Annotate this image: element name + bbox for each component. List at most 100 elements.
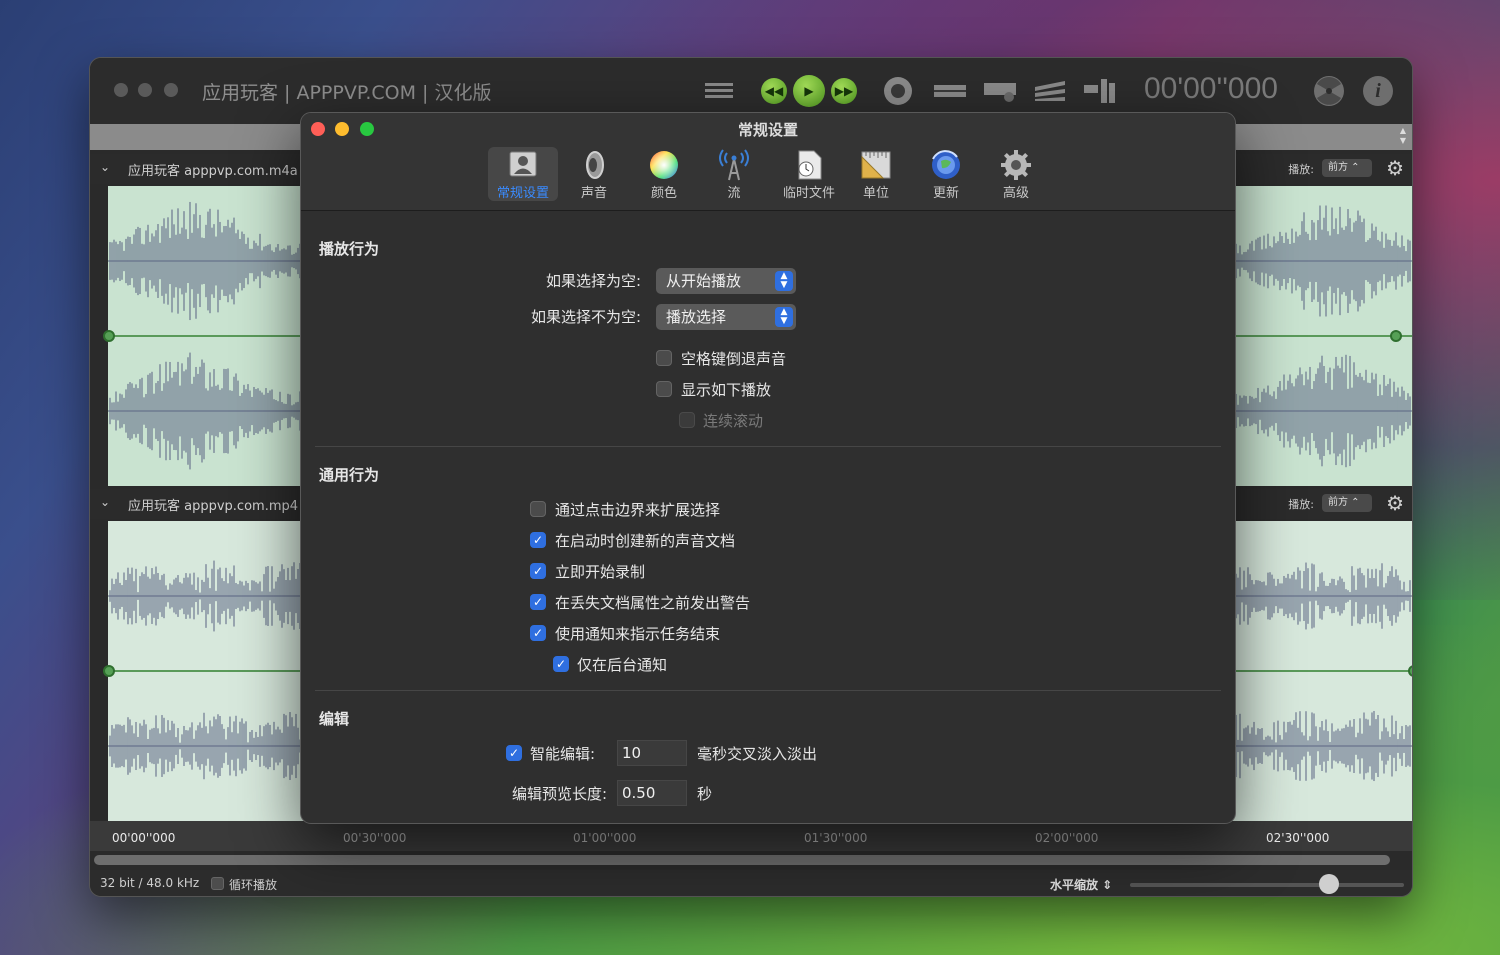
smart-edit-checkbox[interactable]: ✓ — [506, 745, 522, 761]
record-button[interactable] — [882, 76, 914, 106]
new-doc-label: 在启动时创建新的声音文档 — [555, 532, 736, 550]
general-icon — [506, 149, 540, 181]
scroll-arrows-icon[interactable]: ▲ ▼ — [1396, 126, 1410, 148]
tab-advanced[interactable]: 高级 — [981, 147, 1051, 201]
list-icon[interactable] — [702, 76, 736, 106]
zoom-button-dim[interactable] — [164, 83, 178, 97]
window-title: 应用玩客 | APPPVP.COM | 汉化版 — [202, 82, 492, 104]
playback-label: 播放: — [1288, 498, 1314, 511]
updown-chevron-icon: ▲ ▼ — [775, 271, 793, 291]
section-title-playback: 播放行为 — [319, 240, 380, 258]
color-wheel-icon — [647, 149, 681, 181]
notify-label: 使用通知来指示任务结束 — [555, 625, 721, 643]
play-button[interactable]: ▶ — [792, 75, 826, 107]
warn-lost-props-label: 在丢失文档属性之前发出警告 — [555, 594, 751, 612]
zoom-label: 水平缩放 — [1050, 878, 1099, 892]
ruler-tick: 02'30''000 — [1266, 831, 1330, 845]
smart-edit-label: 智能编辑: — [530, 745, 596, 763]
playback-select[interactable]: 前方 ⌃ — [1322, 494, 1372, 512]
space-rewind-checkbox[interactable] — [656, 350, 672, 366]
updown-chevron-icon: ▲ ▼ — [775, 307, 793, 327]
playback-select-value: 前方 — [1328, 162, 1348, 173]
gear-icon[interactable]: ⚙ — [1386, 491, 1404, 515]
tab-general[interactable]: 常规设置 — [488, 147, 558, 201]
tab-label: 高级 — [1002, 186, 1029, 201]
tab-label: 常规设置 — [496, 186, 549, 201]
track-name: 应用玩客 apppvp.com.m4a — [128, 164, 298, 179]
preview-length-field[interactable]: 0.50 — [617, 780, 687, 806]
volume-handle[interactable] — [103, 665, 115, 677]
info-button[interactable]: i — [1363, 76, 1393, 106]
tab-label: 颜色 — [650, 186, 677, 201]
horizontal-scrollbar[interactable] — [94, 855, 1390, 865]
speaker-icon — [577, 149, 611, 181]
chevron-down-icon[interactable]: ⌄ — [100, 160, 110, 174]
zoom-slider-knob[interactable] — [1319, 874, 1339, 894]
fast-forward-button[interactable]: ▶▶ — [830, 76, 858, 106]
ruler-tick: 00'30''000 — [343, 831, 407, 845]
zoom-slider[interactable] — [1130, 883, 1404, 887]
play-icon: ▶ — [793, 75, 825, 107]
waveform-tool-2-icon[interactable] — [982, 76, 1018, 106]
gear-icon — [999, 149, 1033, 181]
tab-label: 更新 — [932, 186, 959, 201]
loop-checkbox[interactable] — [211, 877, 224, 890]
new-doc-checkbox[interactable]: ✓ — [530, 532, 546, 548]
effects-icon[interactable] — [1032, 76, 1068, 106]
broadcast-tower-icon — [717, 149, 751, 181]
notify-checkbox[interactable]: ✓ — [530, 625, 546, 641]
if-empty-label: 如果选择为空: — [545, 272, 641, 290]
audio-format: 32 bit / 48.0 kHz — [100, 876, 200, 890]
tab-update[interactable]: 更新 — [911, 147, 981, 201]
warn-lost-props-checkbox[interactable]: ✓ — [530, 594, 546, 610]
close-button-dim[interactable] — [114, 83, 128, 97]
volume-handle[interactable] — [1408, 665, 1412, 677]
preferences-toolbar: 常规设置 常规设置 声音 颜色 流 临时文件 单位 更新 高级 — [301, 113, 1235, 211]
horizontal-zoom-select[interactable]: 水平缩放 ⇕ — [1050, 876, 1112, 893]
space-rewind-label: 空格键倒退声音 — [681, 350, 787, 368]
tab-temp-files[interactable]: 临时文件 — [769, 147, 849, 201]
extend-selection-label: 通过点击边界来扩展选择 — [555, 501, 721, 519]
tab-stream[interactable]: 流 — [699, 147, 769, 201]
ruler-tick: 02'00''000 — [1035, 831, 1099, 845]
minimize-button-dim[interactable] — [138, 83, 152, 97]
notify-background-checkbox[interactable]: ✓ — [553, 656, 569, 672]
preferences-title: 常规设置 — [737, 121, 798, 139]
time-ruler[interactable]: 00'00''000 00'30''000 01'00''000 01'30''… — [90, 821, 1412, 851]
ruler-tick: 00'00''000 — [112, 831, 176, 845]
time-display: 00'00''000 — [1144, 72, 1278, 105]
tab-color[interactable]: 颜色 — [629, 147, 699, 201]
loop-label: 循环播放 — [229, 878, 278, 892]
playback-select-value: 前方 — [1328, 497, 1348, 508]
record-now-label: 立即开始录制 — [555, 563, 646, 581]
ruler-icon — [859, 149, 893, 181]
if-empty-select[interactable]: 从开始播放 ▲ ▼ — [656, 268, 796, 294]
smart-edit-field[interactable]: 10 — [617, 740, 687, 766]
status-bar: 32 bit / 48.0 kHz 循环播放 水平缩放 ⇕ — [90, 870, 1412, 896]
extend-selection-checkbox[interactable] — [530, 501, 546, 517]
waveform-tool-1-icon[interactable] — [932, 76, 968, 106]
tab-label: 流 — [727, 186, 741, 201]
ruler-tick: 01'00''000 — [573, 831, 637, 845]
chevron-down-icon[interactable]: ⌄ — [100, 495, 110, 509]
volume-handle[interactable] — [103, 330, 115, 342]
continuous-scroll-label: 连续滚动 — [703, 412, 764, 430]
ruler-tick: 01'30''000 — [804, 831, 868, 845]
volume-handle[interactable] — [1390, 330, 1402, 342]
if-not-empty-select[interactable]: 播放选择 ▲ ▼ — [656, 304, 796, 330]
divider — [315, 690, 1221, 691]
if-not-empty-value: 播放选择 — [666, 308, 727, 326]
tab-units[interactable]: 单位 — [841, 147, 911, 201]
tab-sound[interactable]: 声音 — [559, 147, 629, 201]
divider — [315, 446, 1221, 447]
record-now-checkbox[interactable]: ✓ — [530, 563, 546, 579]
section-title-general: 通用行为 — [319, 466, 380, 484]
gear-icon[interactable]: ⚙ — [1386, 156, 1404, 180]
show-playback-checkbox[interactable] — [656, 381, 672, 397]
preferences-window: 常规设置 常规设置 声音 颜色 流 临时文件 单位 更新 高级 播放行为 如果选… — [300, 112, 1236, 824]
info-icon: i — [1375, 79, 1381, 102]
radiation-icon[interactable] — [1312, 76, 1346, 106]
rewind-button[interactable]: ◀◀ — [760, 76, 788, 106]
playback-select[interactable]: 前方 ⌃ — [1322, 159, 1372, 177]
tracks-icon[interactable] — [1082, 76, 1118, 106]
